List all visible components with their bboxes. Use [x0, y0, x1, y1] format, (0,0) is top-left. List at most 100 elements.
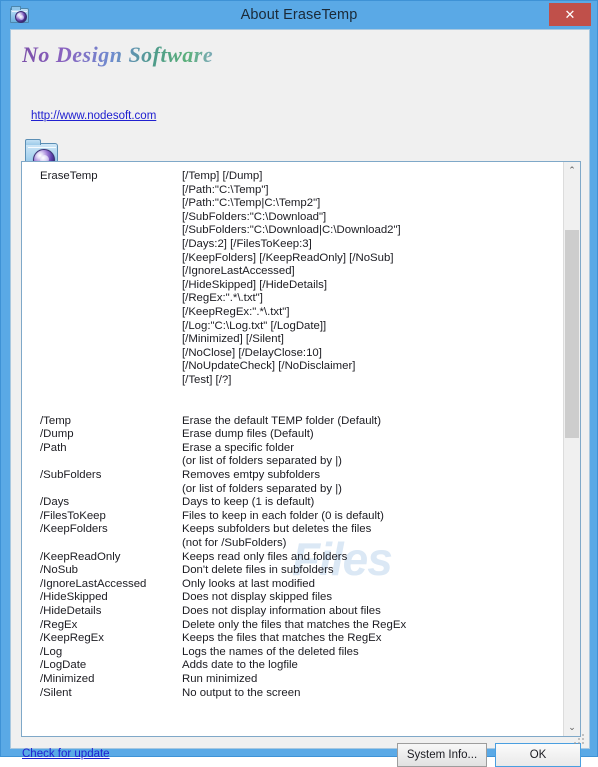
help-line: [/Test] [/?]: [30, 374, 565, 388]
check-for-update-link[interactable]: Check for update: [22, 748, 110, 760]
option-description: Delete only the files that matches the R…: [182, 618, 407, 631]
option-switch: /KeepRegEx: [40, 632, 104, 645]
syntax-line: [/Path:"C:\Temp|C:\Temp2"]: [182, 197, 321, 210]
option-switch: /NoSub: [40, 564, 78, 577]
option-description: Erase the default TEMP folder (Default): [182, 414, 382, 427]
option-switch: /Temp: [40, 414, 72, 427]
option-description: Adds date to the logfile: [182, 659, 298, 672]
help-line: /RegEx Delete only the files that matches…: [30, 619, 565, 633]
help-line: [/Minimized] [/Silent]: [30, 333, 565, 347]
option-description: Files to keep in each folder (0 is defau…: [182, 509, 384, 522]
option-switch: /LogDate: [40, 659, 87, 672]
syntax-line: [/KeepFolders] [/KeepReadOnly] [/NoSub]: [182, 251, 394, 264]
help-text-box[interactable]: Files EraseTemp [/Temp] [/Dump] [/Path:"C:…: [21, 161, 581, 737]
option-switch: /KeepReadOnly: [40, 550, 121, 563]
help-line: [/NoUpdateCheck] [/NoDisclaimer]: [30, 360, 565, 374]
help-line: /HideSkipped Does not display skipped fil…: [30, 591, 565, 605]
syntax-line: [/RegEx:".*\.txt"]: [182, 292, 263, 305]
help-line: [/Days:2] [/FilesToKeep:3]: [30, 238, 565, 252]
help-line: /Log Logs the names of the deleted files: [30, 646, 565, 660]
help-line: [/KeepFolders] [/KeepReadOnly] [/NoSub]: [30, 252, 565, 266]
option-switch: /Dump: [40, 428, 74, 441]
help-line: /Path Erase a specific folder: [30, 442, 565, 456]
ok-button[interactable]: OK: [495, 743, 581, 767]
syntax-line: [/Minimized] [/Silent]: [182, 333, 284, 346]
help-line: (not for /SubFolders): [30, 537, 565, 551]
option-switch: /IgnoreLastAccessed: [40, 577, 147, 590]
option-description: Days to keep (1 is default): [182, 496, 315, 509]
option-switch: /Silent: [40, 686, 72, 699]
syntax-line: [/Temp] [/Dump]: [182, 170, 263, 182]
syntax-line: [/HideSkipped] [/HideDetails]: [182, 278, 327, 291]
window-title: About EraseTemp: [240, 7, 358, 23]
option-description: Erase dump files (Default): [182, 428, 314, 441]
help-line: [/SubFolders:"C:\Download"]: [30, 211, 565, 225]
option-switch: /Minimized: [40, 672, 95, 685]
scrollbar-thumb[interactable]: [565, 230, 579, 438]
option-switch: /Path: [40, 441, 67, 454]
syntax-line: [/NoClose] [/DelayClose:10]: [182, 346, 322, 359]
close-button[interactable]: ✕: [549, 3, 591, 26]
option-description: Run minimized: [182, 672, 258, 685]
help-line: [/HideSkipped] [/HideDetails]: [30, 279, 565, 293]
help-line: [/SubFolders:"C:\Download|C:\Download2"]: [30, 224, 565, 238]
syntax-line: [/Log:"C:\Log.txt" [/LogDate]]: [182, 319, 327, 332]
help-line: /Temp Erase the default TEMP folder (Defa…: [30, 415, 565, 429]
option-description: Don't delete files in subfolders: [182, 564, 334, 577]
option-switch: /SubFolders: [40, 469, 102, 482]
help-scrollbar[interactable]: ⌃ ⌄: [563, 162, 580, 736]
syntax-line: [/NoUpdateCheck] [/NoDisclaimer]: [182, 360, 356, 373]
help-line: [/KeepRegEx:".*\.txt"]: [30, 306, 565, 320]
help-line: /KeepReadOnly Keeps read only files and f…: [30, 551, 565, 565]
option-description: Keeps the files that matches the RegEx: [182, 632, 382, 645]
option-description: Only looks at last modified: [182, 577, 315, 590]
help-line: [/NoClose] [/DelayClose:10]: [30, 347, 565, 361]
brand-logo: No Design Software: [22, 42, 222, 72]
help-spacer: [30, 388, 565, 402]
resize-grip[interactable]: [574, 734, 585, 745]
help-line: /Days Days to keep (1 is default): [30, 496, 565, 510]
syntax-line: [/IgnoreLastAccessed]: [182, 265, 295, 278]
help-spacer: [30, 401, 565, 415]
help-line: EraseTemp [/Temp] [/Dump]: [30, 170, 565, 184]
syntax-program-name: EraseTemp: [40, 170, 98, 182]
dialog-client-area: No Design Software http://www.nodesoft.c…: [10, 29, 590, 767]
help-line: [/IgnoreLastAccessed]: [30, 265, 565, 279]
help-line: /Minimized Run minimized: [30, 673, 565, 687]
help-line: /NoSub Don't delete files in subfolders: [30, 564, 565, 578]
help-text-content: Files EraseTemp [/Temp] [/Dump] [/Path:"C:…: [22, 162, 565, 736]
syntax-line: [/SubFolders:"C:\Download|C:\Download2"]: [182, 224, 401, 237]
option-switch: /Days: [40, 496, 70, 509]
option-description: Keeps read only files and folders: [182, 550, 348, 563]
option-description: Logs the names of the deleted files: [182, 645, 359, 658]
option-description: Does not display skipped files: [182, 591, 333, 604]
website-link[interactable]: http://www.nodesoft.com: [31, 110, 156, 122]
title-bar: About EraseTemp ✕: [1, 1, 597, 29]
help-line: /KeepRegEx Keeps the files that matches t…: [30, 632, 565, 646]
option-switch: /HideSkipped: [40, 591, 108, 604]
help-line: /IgnoreLastAccessed Only looks at last mo…: [30, 578, 565, 592]
help-line: /LogDate Adds date to the logfile: [30, 659, 565, 673]
syntax-line: [/Path:"C:\Temp"]: [182, 183, 269, 196]
option-switch: /FilesToKeep: [40, 509, 106, 522]
help-line: /HideDetails Does not display information…: [30, 605, 565, 619]
option-description: Erase a specific folder: [182, 441, 295, 454]
help-line: [/Path:"C:\Temp|C:\Temp2"]: [30, 197, 565, 211]
system-info-button[interactable]: System Info...: [397, 743, 487, 767]
option-switch: /RegEx: [40, 618, 78, 631]
scroll-up-arrow-icon[interactable]: ⌃: [564, 162, 580, 179]
help-line: (or list of folders separated by |): [30, 483, 565, 497]
app-folder-icon-highlight: [28, 147, 56, 148]
about-dialog-window: About EraseTemp ✕ No Design Software htt…: [0, 0, 598, 767]
syntax-line: [/Days:2] [/FilesToKeep:3]: [182, 237, 312, 250]
option-description: Keeps subfolders but deletes the files: [182, 523, 372, 536]
help-line: /SubFolders Removes emtpy subfolders: [30, 469, 565, 483]
help-line: [/Log:"C:\Log.txt" [/LogDate]]: [30, 320, 565, 334]
help-line: [/RegEx:".*\.txt"]: [30, 292, 565, 306]
syntax-line: [/SubFolders:"C:\Download"]: [182, 210, 327, 223]
help-line: (or list of folders separated by |): [30, 455, 565, 469]
option-switch: /KeepFolders: [40, 523, 108, 536]
option-description: (not for /SubFolders): [182, 537, 287, 550]
option-description: No output to the screen: [182, 686, 301, 699]
help-line: /FilesToKeep Files to keep in each folder…: [30, 510, 565, 524]
